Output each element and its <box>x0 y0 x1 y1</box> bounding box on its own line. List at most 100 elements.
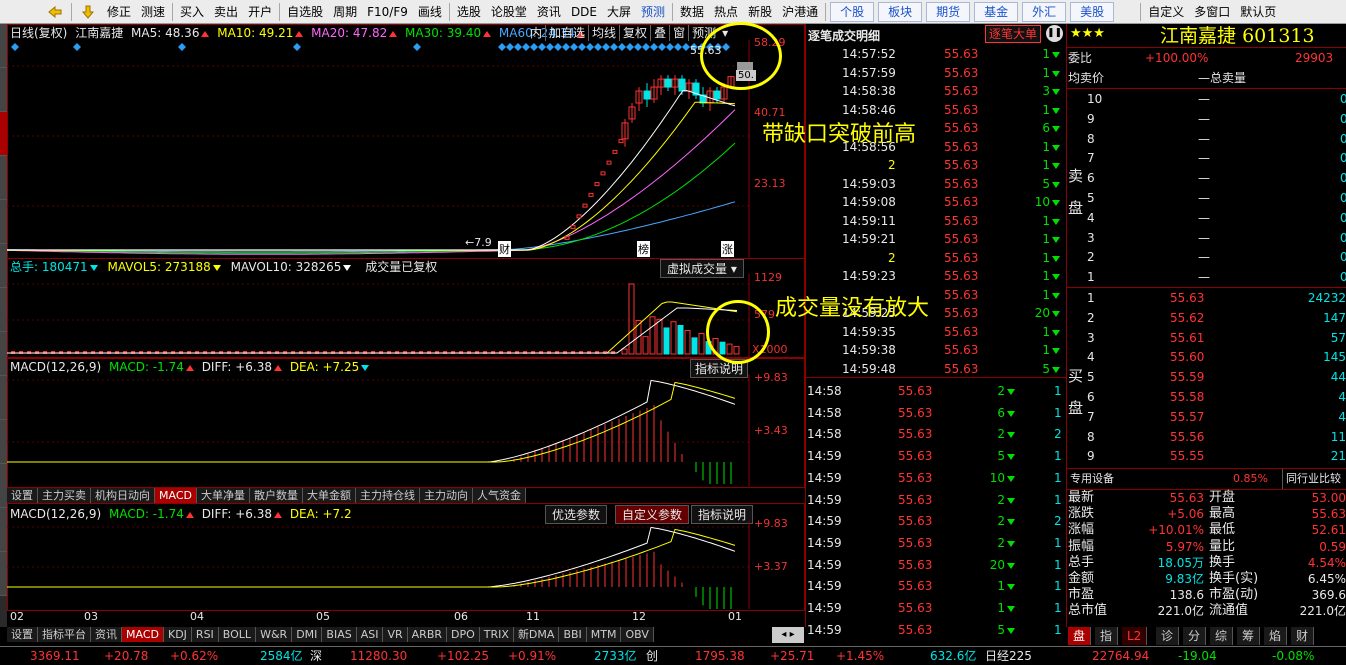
indicator-tab-4[interactable]: 大单净量 <box>196 488 250 503</box>
bottom-tab-1[interactable]: 指标平台 <box>38 627 91 642</box>
toolbar-speedtest[interactable]: 测速 <box>136 0 170 24</box>
quick-us-stock[interactable]: 美股 <box>1070 1 1115 22</box>
cy-index[interactable]: 1795.38 <box>695 647 745 665</box>
indicator-tab-3[interactable]: MACD <box>155 488 197 503</box>
toolbar-forecast[interactable]: 预测 <box>636 0 670 24</box>
toolbar-bigscreen[interactable]: 大屏 <box>602 0 636 24</box>
indicator-tab-9[interactable]: 人气资金 <box>472 488 526 503</box>
quick-fund[interactable]: 基金 <box>974 1 1019 22</box>
limit-up-mark[interactable]: 涨 <box>721 241 734 257</box>
bottom-tab-9[interactable]: BIAS <box>322 627 357 642</box>
btn-ma[interactable]: 均线 <box>589 25 621 41</box>
quick-forex[interactable]: 外汇 <box>1022 1 1067 22</box>
bottom-tab-4[interactable]: KDJ <box>163 627 192 642</box>
bottom-tab-3[interactable]: MACD <box>122 627 164 642</box>
quick-futures[interactable]: 期货 <box>926 1 971 22</box>
bottom-tab-12[interactable]: ARBR <box>407 627 448 642</box>
quote-tab-5[interactable]: 综 <box>1210 627 1234 645</box>
indicator-tab-6[interactable]: 大单金额 <box>302 488 356 503</box>
tick-price: 55.63 <box>944 269 979 283</box>
toolbar-default-page[interactable]: 默认页 <box>1235 0 1281 24</box>
bottom-tab-17[interactable]: MTM <box>586 627 622 642</box>
bottom-tab-11[interactable]: VR <box>383 627 408 642</box>
indicator-tab-2[interactable]: 机构日动向 <box>91 488 155 503</box>
quote-tab-0[interactable]: 盘 <box>1068 627 1092 645</box>
bottom-tab-18[interactable]: OBV <box>621 627 654 642</box>
sell-level: 7 <box>1087 151 1095 166</box>
indicator-tab-7[interactable]: 主力持仓线 <box>355 488 420 503</box>
toolbar-stock-picker[interactable]: 选股 <box>452 0 486 24</box>
nikkei-index[interactable]: 22764.94 <box>1092 647 1149 665</box>
btn-inner[interactable]: 内 <box>527 25 547 41</box>
low-price-marker: ←7.9 <box>465 236 492 249</box>
toolbar-data[interactable]: 数据 <box>675 0 709 24</box>
toolbar-buy[interactable]: 买入 <box>175 0 209 24</box>
toolbar-dde[interactable]: DDE <box>566 0 602 24</box>
bottom-tab-8[interactable]: DMI <box>292 627 323 642</box>
toolbar-open-account[interactable]: 开户 <box>243 0 277 24</box>
event-diamond <box>413 43 421 51</box>
tab-scroll-arrows[interactable]: ◂ ▸ <box>772 627 804 643</box>
toolbar-news[interactable]: 资讯 <box>532 0 566 24</box>
toolbar-sell[interactable]: 卖出 <box>209 0 243 24</box>
quick-sector[interactable]: 板块 <box>878 1 923 22</box>
quote-tab-6[interactable]: 筹 <box>1237 627 1261 645</box>
quote-tab-4[interactable]: 分 <box>1183 627 1207 645</box>
down-arrow-icon[interactable] <box>81 5 95 19</box>
industry-compare-button[interactable]: 同行业比较 <box>1282 469 1341 489</box>
bottom-tab-0[interactable]: 设置 <box>7 627 38 642</box>
bottom-tab-2[interactable]: 资讯 <box>91 627 122 642</box>
toolbar-f10[interactable]: F10/F9 <box>362 0 413 24</box>
bottom-tab-6[interactable]: BOLL <box>218 627 257 642</box>
tick-price: 55.63 <box>944 65 979 80</box>
quote-tab-8[interactable]: 财 <box>1291 627 1315 645</box>
macd2-chart[interactable] <box>7 521 807 609</box>
toolbar-hk-connect[interactable]: 沪港通 <box>777 0 823 24</box>
toolbar-correct[interactable]: 修正 <box>102 0 136 24</box>
btn-add-watch[interactable]: 加自选 <box>546 25 590 41</box>
indicator-tab-1[interactable]: 主力买卖 <box>38 488 91 503</box>
quote-tab-1[interactable]: 指 <box>1095 627 1119 645</box>
kline-mode[interactable]: 日线(复权) <box>10 26 67 40</box>
kline-chart[interactable] <box>7 40 807 258</box>
btn-window[interactable]: 窗 <box>670 25 690 41</box>
stat-value: 4.54% <box>1307 555 1346 570</box>
toolbar-watchlist[interactable]: 自选股 <box>282 0 328 24</box>
back-arrow-icon[interactable] <box>48 5 62 19</box>
billboard-mark[interactable]: 榜 <box>637 241 650 257</box>
bottom-tab-16[interactable]: BBI <box>559 627 587 642</box>
toolbar-custom[interactable]: 自定义 <box>1143 0 1189 24</box>
quote-tab-3[interactable]: 诊 <box>1156 627 1180 645</box>
btn-overlay[interactable]: 叠 <box>651 25 671 41</box>
toolbar-draw[interactable]: 画线 <box>413 0 447 24</box>
indicator-tab-5[interactable]: 散户数量 <box>249 488 303 503</box>
toolbar-multiwindow[interactable]: 多窗口 <box>1189 0 1235 24</box>
sz-index[interactable]: 11280.30 <box>350 647 407 665</box>
toolbar-period[interactable]: 周期 <box>328 0 362 24</box>
quote-tab-2[interactable]: L2 <box>1122 627 1148 645</box>
bottom-tab-13[interactable]: DPO <box>447 627 480 642</box>
bottom-tab-5[interactable]: RSI <box>191 627 219 642</box>
quote-tab-7[interactable]: 焰 <box>1264 627 1288 645</box>
finance-mark[interactable]: 财 <box>498 241 511 257</box>
pause-icon[interactable]: ❚❚ <box>1046 25 1063 42</box>
toolbar-hot[interactable]: 热点 <box>709 0 743 24</box>
left-side-tabs[interactable] <box>0 24 7 627</box>
macd1-chart[interactable] <box>7 374 807 486</box>
volume-chart[interactable] <box>7 274 807 358</box>
btn-adjust[interactable]: 复权 <box>620 25 652 41</box>
sh-index[interactable]: 3369.11 <box>30 647 80 665</box>
event-diamond <box>634 43 642 51</box>
quick-stock[interactable]: 个股 <box>830 1 875 22</box>
sector-label[interactable]: 专用设备 <box>1070 469 1114 489</box>
indicator-tab-0[interactable]: 设置 <box>7 488 38 503</box>
toolbar-forum[interactable]: 论股堂 <box>486 0 532 24</box>
indicator-tab-8[interactable]: 主力动向 <box>419 488 473 503</box>
bottom-tab-15[interactable]: 新DMA <box>513 627 560 642</box>
bottom-tab-14[interactable]: TRIX <box>479 627 514 642</box>
big-order-button[interactable]: 逐笔大单 <box>985 25 1042 43</box>
bottom-indicator-tabs: 设置 指标平台 资讯 MACD KDJ RSI BOLL W&R DMI BIAS ASI VR ARB… <box>7 627 654 642</box>
bottom-tab-10[interactable]: ASI <box>356 627 384 642</box>
toolbar-ipo[interactable]: 新股 <box>743 0 777 24</box>
bottom-tab-7[interactable]: W&R <box>256 627 293 642</box>
